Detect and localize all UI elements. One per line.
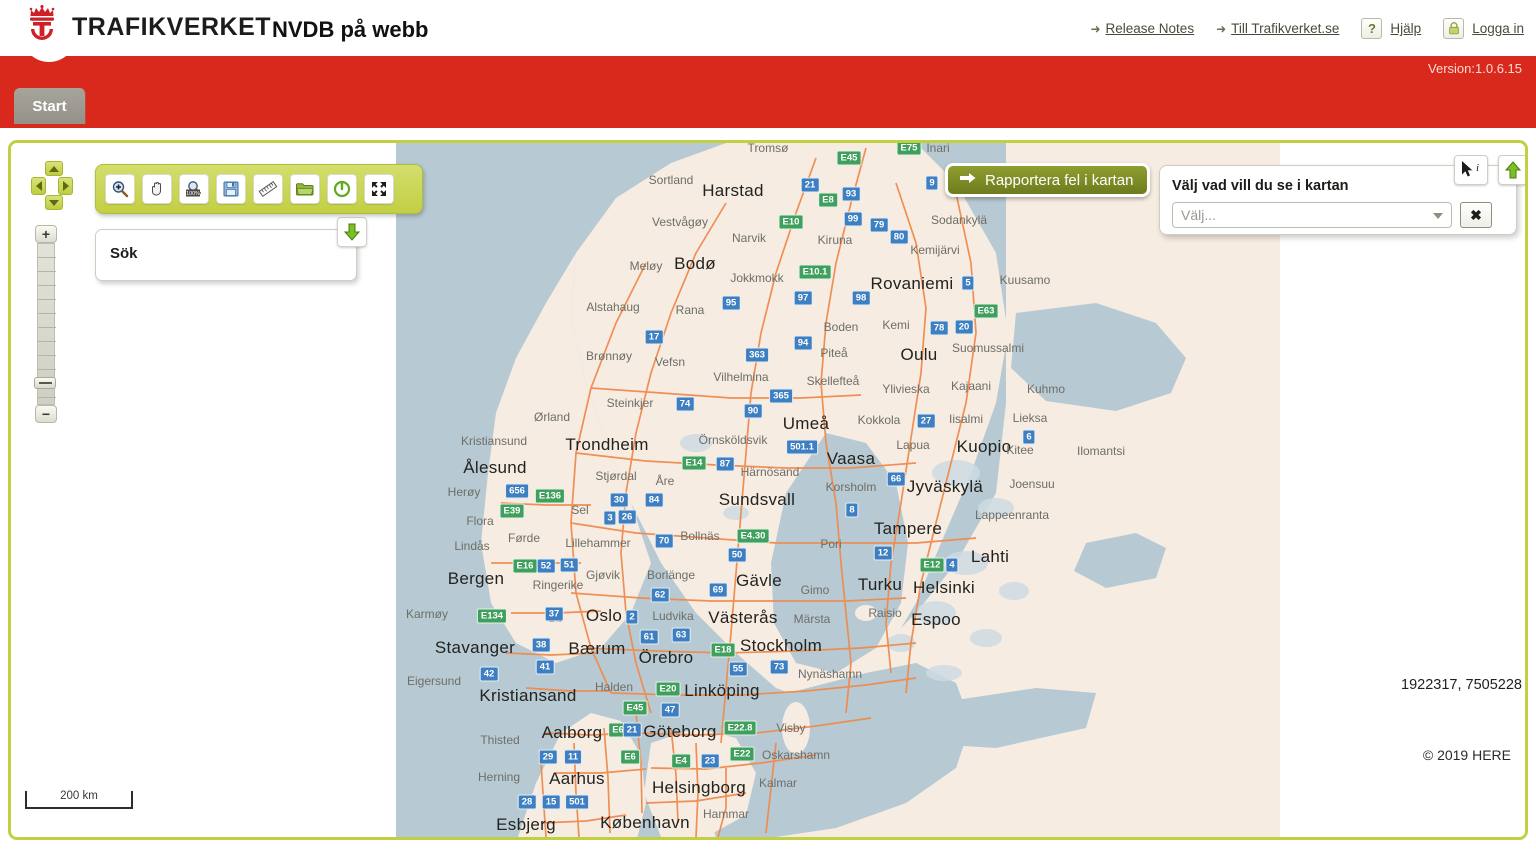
cursor-coordinates: 1922317, 7505228 bbox=[1401, 677, 1522, 693]
search-panel-label: Sök bbox=[110, 245, 138, 262]
link-label[interactable]: Release Notes bbox=[1106, 21, 1195, 36]
clear-selection-button[interactable]: ✖ bbox=[1460, 202, 1492, 228]
chevron-down-icon bbox=[1433, 213, 1443, 219]
pan-control[interactable] bbox=[31, 161, 77, 210]
crown-logo-icon bbox=[22, 4, 62, 49]
arrow-right-white-icon bbox=[960, 171, 976, 189]
zoom-out-button[interactable]: − bbox=[35, 405, 57, 423]
version-label: Version:1.0.6.15 bbox=[1428, 61, 1522, 76]
zoom-slider[interactable]: + − bbox=[34, 225, 57, 423]
link-trafikverket-se[interactable]: ➜ Till Trafikverket.se bbox=[1216, 21, 1339, 36]
brand-logo-block[interactable]: TRAFIKVERKET bbox=[22, 4, 272, 49]
scale-bar: 200 km bbox=[25, 790, 133, 809]
hand-icon[interactable] bbox=[142, 174, 172, 204]
fullscreen-arrows-icon[interactable] bbox=[364, 174, 394, 204]
folder-icon[interactable] bbox=[290, 174, 320, 204]
search-panel[interactable]: Sök bbox=[95, 217, 367, 281]
map-right-margin bbox=[1280, 143, 1525, 837]
zoom-slider-handle[interactable] bbox=[34, 377, 56, 389]
pan-right-icon[interactable] bbox=[58, 177, 73, 195]
lock-icon[interactable] bbox=[1443, 18, 1465, 39]
magnifier-plus-icon[interactable] bbox=[105, 174, 135, 204]
layer-select-placeholder: Välj... bbox=[1181, 207, 1217, 223]
login-group[interactable]: Logga in bbox=[1443, 18, 1524, 39]
brand-band: Version:1.0.6.15 Start bbox=[0, 8, 1536, 128]
zoom-in-button[interactable]: + bbox=[35, 225, 57, 243]
arrow-down-green-icon[interactable] bbox=[337, 217, 367, 247]
brand-name: TRAFIKVERKET bbox=[72, 12, 272, 41]
map-toolbar: 100% bbox=[95, 164, 423, 214]
app-title: NVDB på webb bbox=[272, 17, 429, 42]
map-copyright: © 2019 HERE bbox=[1422, 747, 1511, 763]
layer-select[interactable]: Välj... bbox=[1172, 202, 1452, 228]
layer-panel-title: Välj vad vill du se i kartan bbox=[1172, 178, 1349, 194]
svg-text:i: i bbox=[1476, 162, 1479, 174]
arrow-right-icon: ➜ bbox=[1090, 21, 1101, 36]
tab-underline bbox=[0, 128, 1536, 140]
login-label[interactable]: Logga in bbox=[1472, 21, 1524, 36]
floppy-disk-icon[interactable] bbox=[216, 174, 246, 204]
svg-text:100%: 100% bbox=[186, 191, 200, 197]
arrow-right-icon: ➜ bbox=[1216, 21, 1227, 36]
app-header: TRAFIKVERKET NVDB på webb ➜ Release Note… bbox=[0, 0, 1536, 56]
map-frame: Bodø Oulu Trondheim Umeå Sundsvall Vaasa Kuopi… bbox=[8, 140, 1528, 840]
help-group[interactable]: ? Hjälp bbox=[1361, 18, 1421, 39]
report-button-label: Rapportera fel i kartan bbox=[985, 171, 1134, 189]
tab-start[interactable]: Start bbox=[14, 88, 86, 124]
pan-down-icon[interactable] bbox=[45, 195, 63, 210]
ruler-icon[interactable] bbox=[253, 174, 283, 204]
pan-up-icon[interactable] bbox=[45, 161, 63, 176]
scale-bar-label: 200 km bbox=[60, 790, 98, 802]
cursor-info-icon[interactable]: i bbox=[1454, 155, 1488, 185]
map-canvas[interactable]: Bodø Oulu Trondheim Umeå Sundsvall Vaasa Kuopi… bbox=[396, 143, 1280, 837]
help-label[interactable]: Hjälp bbox=[1390, 21, 1421, 36]
link-label[interactable]: Till Trafikverket.se bbox=[1231, 21, 1339, 36]
pan-left-icon[interactable] bbox=[31, 177, 46, 195]
report-map-error-button[interactable]: Rapportera fel i kartan bbox=[945, 163, 1151, 197]
link-release-notes[interactable]: ➜ Release Notes bbox=[1090, 21, 1194, 36]
nvdb-application: Version:1.0.6.15 Start TRAFIKVERKET NVDB… bbox=[0, 0, 1536, 850]
header-links: ➜ Release Notes ➜ Till Trafikverket.se ?… bbox=[1068, 18, 1524, 39]
power-icon[interactable] bbox=[327, 174, 357, 204]
arrow-up-green-icon[interactable] bbox=[1498, 155, 1525, 185]
question-mark-icon[interactable]: ? bbox=[1361, 18, 1383, 39]
magnifier-100-icon[interactable]: 100% bbox=[179, 174, 209, 204]
